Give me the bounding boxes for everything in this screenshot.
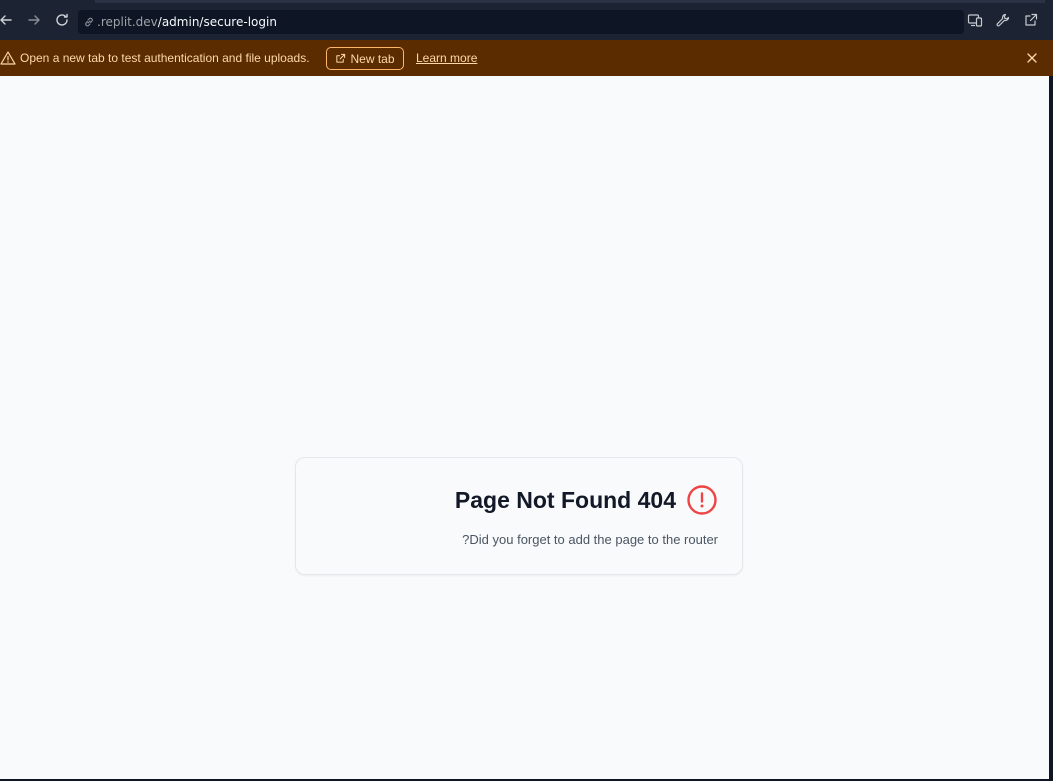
page-title: Page Not Found 404 xyxy=(454,486,676,513)
url-host: .replit.dev xyxy=(97,15,158,29)
browser-toolbar: .replit.dev/admin/secure-login xyxy=(0,0,1053,40)
browser-window: .replit.dev/admin/secure-login Open a ne… xyxy=(0,0,1053,781)
not-found-card: Page Not Found 404 ?Did you forget to ad… xyxy=(295,457,743,575)
external-link-icon xyxy=(335,53,346,64)
alert-circle-icon xyxy=(686,484,718,516)
close-icon[interactable] xyxy=(1025,51,1039,65)
external-link-icon[interactable] xyxy=(1023,12,1039,28)
wrench-icon[interactable] xyxy=(995,12,1011,28)
title-row: Page Not Found 404 xyxy=(455,484,718,516)
address-bar[interactable]: .replit.dev/admin/secure-login xyxy=(78,10,964,34)
reload-icon xyxy=(54,12,70,28)
reload-button[interactable] xyxy=(52,10,72,30)
page-content: Page Not Found 404 ?Did you forget to ad… xyxy=(0,76,1049,779)
link-icon xyxy=(83,16,95,28)
url-path: /admin/secure-login xyxy=(157,15,277,29)
back-icon xyxy=(0,13,13,27)
back-button[interactable] xyxy=(0,10,16,30)
new-tab-button[interactable]: New tab xyxy=(326,47,404,70)
banner-message: Open a new tab to test authentication an… xyxy=(20,51,310,65)
warning-icon xyxy=(0,50,16,66)
page-description: ?Did you forget to add the page to the r… xyxy=(462,532,718,547)
forward-icon xyxy=(27,13,41,27)
tab-strip-edge xyxy=(95,0,1045,3)
warning-banner: Open a new tab to test authentication an… xyxy=(0,40,1053,76)
toolbar-actions xyxy=(967,12,1039,28)
learn-more-link[interactable]: Learn more xyxy=(416,51,477,65)
forward-button[interactable] xyxy=(24,10,44,30)
devices-icon[interactable] xyxy=(967,12,983,28)
new-tab-label: New tab xyxy=(350,51,395,66)
